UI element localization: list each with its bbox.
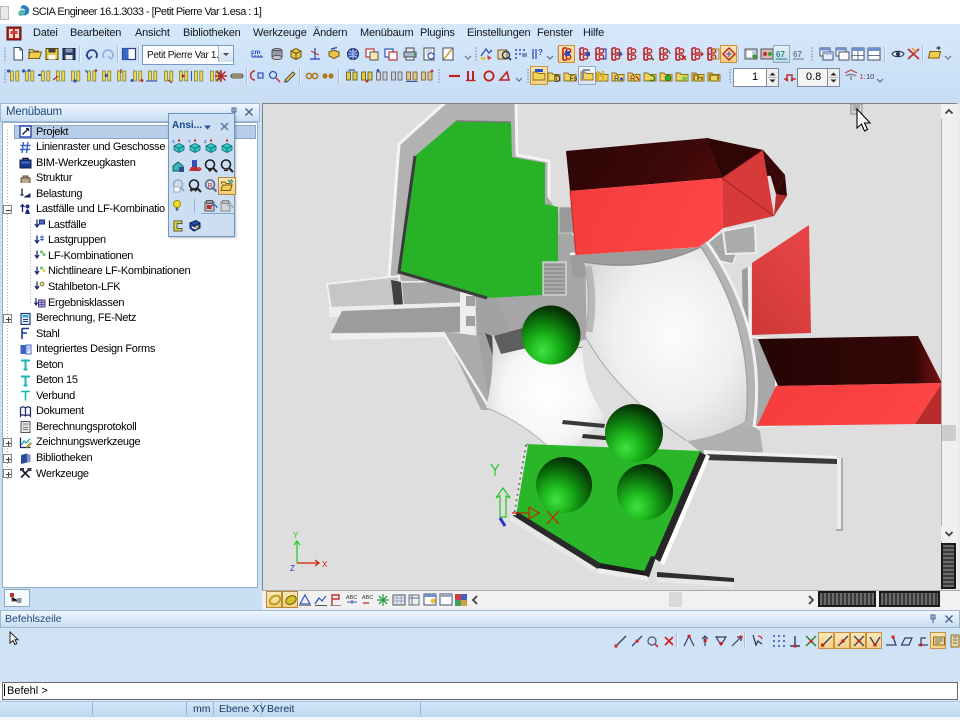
svg-text:R: R <box>208 183 213 190</box>
svg-text:Z: Z <box>204 139 207 144</box>
svg-text:Z: Z <box>290 564 295 573</box>
svg-text:10: 10 <box>866 72 874 81</box>
svg-text:Y: Y <box>293 531 299 540</box>
svg-text:1:: 1: <box>860 72 866 81</box>
svg-text:R: R <box>614 74 620 83</box>
svg-text:67: 67 <box>793 50 802 59</box>
svg-text:?: ? <box>538 48 543 57</box>
svg-text:Y: Y <box>188 139 191 144</box>
svg-text:Fs: Fs <box>570 76 578 83</box>
svg-text:X: X <box>172 139 175 144</box>
svg-text:R: R <box>630 74 636 83</box>
svg-text:ABC: ABC <box>362 595 373 601</box>
svg-text:67: 67 <box>776 50 785 59</box>
svg-text:X: X <box>322 560 328 569</box>
